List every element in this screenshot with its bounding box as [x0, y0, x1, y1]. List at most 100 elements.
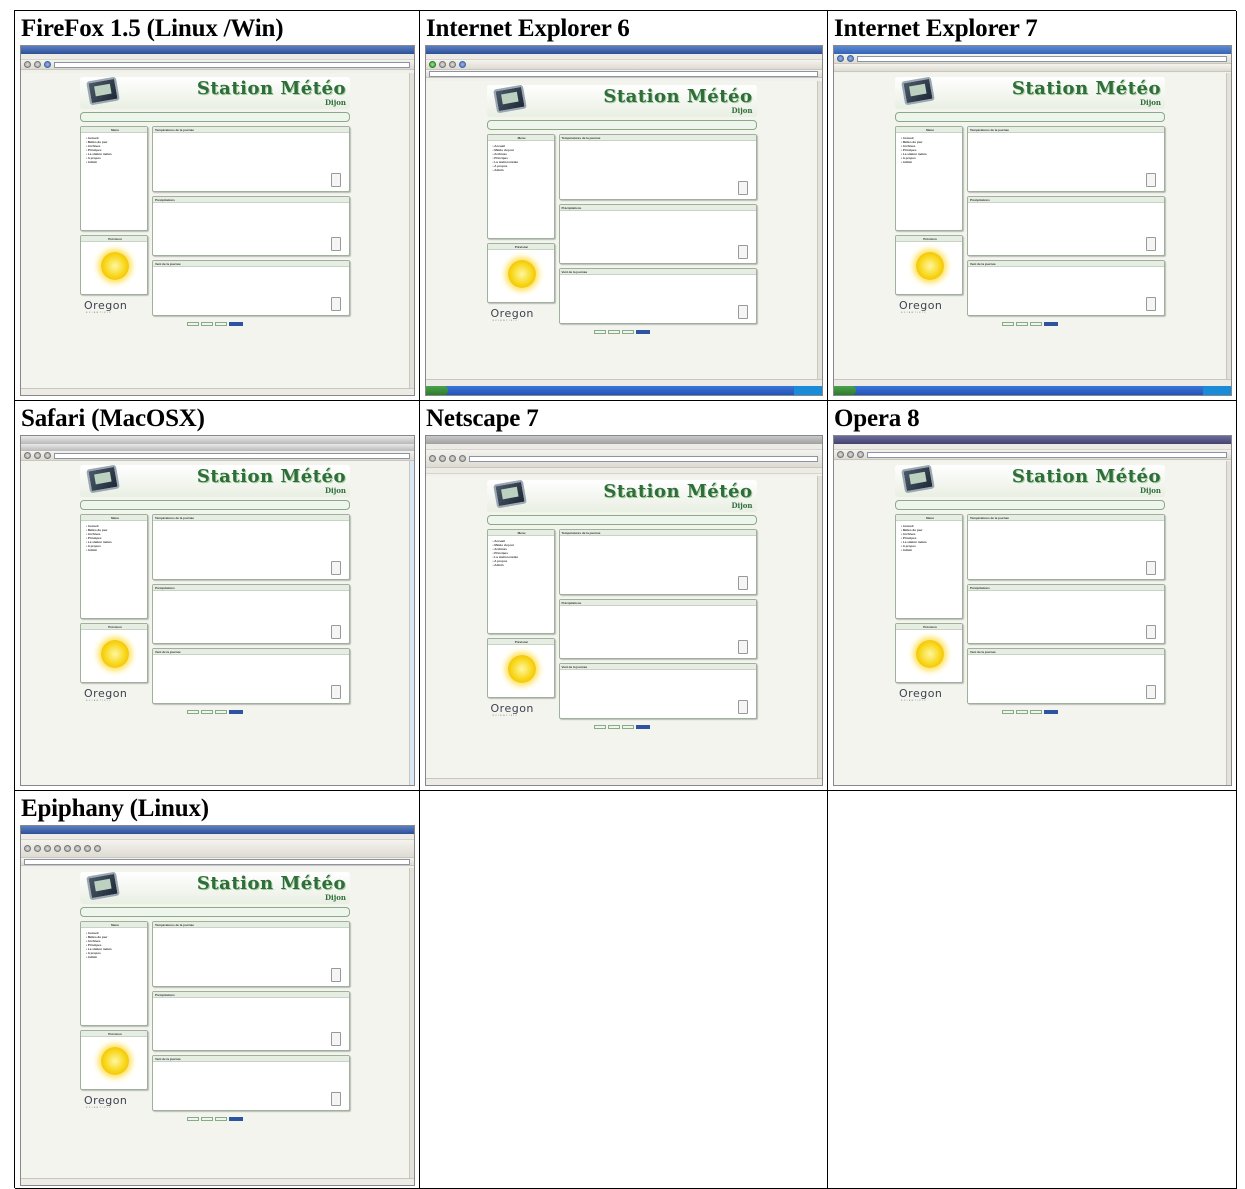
left-column: Menu Accueil Météo du jour Archives Prin…	[80, 126, 148, 320]
menu-item[interactable]: Admin	[86, 160, 144, 164]
windows-taskbar	[426, 386, 822, 395]
site-brand: Station Météo Dijon	[603, 87, 752, 115]
cell-opera: Opera 8 Station Météo Dijon Menu Accueil	[828, 401, 1237, 791]
page-layout: Menu Accueil Météo du jour Archives Prin…	[486, 529, 757, 723]
wind-body	[153, 655, 349, 703]
site-city: Dijon	[731, 106, 753, 115]
anemometer-icon	[331, 1092, 341, 1106]
right-column: Températures de la journée Précipitation…	[152, 126, 350, 320]
temperature-box: Températures de la journée	[152, 514, 350, 580]
menu-item[interactable]: Admin	[901, 548, 959, 552]
back-icon	[429, 455, 436, 462]
site-banner: Station Météo Dijon	[895, 76, 1165, 109]
page-layout: Menu Accueil Météo du jour Archives Prin…	[80, 514, 350, 708]
oregon-logo-sub: SCIENTIFIC	[492, 320, 519, 322]
wind-body	[560, 275, 756, 323]
menu-list: Accueil Météo du jour Archives Principes…	[488, 536, 554, 571]
oregon-logo-sub: SCIENTIFIC	[86, 700, 113, 702]
menu-list: Accueil Météo du jour Archives Principes…	[81, 928, 147, 963]
nav-toolbar	[426, 60, 822, 70]
print-icon	[94, 845, 101, 852]
wind-body	[968, 655, 1164, 703]
forward-icon	[439, 61, 446, 68]
site-title: Station Météo	[196, 78, 346, 99]
date-bar	[80, 500, 350, 510]
cell-title: Internet Explorer 6	[426, 15, 630, 42]
rain-box: Précipitations	[152, 196, 350, 256]
anemometer-icon	[331, 685, 341, 699]
site-banner: Station Météo Dijon	[895, 464, 1165, 497]
footer-badges	[895, 322, 1165, 328]
nav-toolbar	[21, 451, 414, 461]
weather-station-image	[86, 464, 120, 494]
anemometer-icon	[1146, 297, 1156, 311]
menu-item[interactable]: Admin	[493, 563, 551, 567]
temperature-body	[560, 141, 756, 199]
address-toolbar	[21, 858, 414, 866]
site-title: Station Météo	[603, 481, 753, 502]
page-layout: Menu Accueil Météo du jour Archives Prin…	[895, 514, 1165, 708]
page-layout: Menu Accueil Météo du jour Archives Prin…	[895, 126, 1165, 320]
rain-box: Précipitations	[967, 196, 1165, 256]
stop-icon	[44, 845, 51, 852]
page-layout: Menu Accueil Météo du jour Archives Prin…	[486, 134, 757, 328]
left-column: Menu Accueil Météo du jour Archives Prin…	[486, 529, 555, 723]
window-titlebar	[21, 46, 414, 54]
forward-icon	[34, 452, 41, 459]
home-icon	[64, 845, 71, 852]
back-icon	[24, 452, 31, 459]
left-column: Menu Accueil Météo du jour Archives Prin…	[486, 134, 555, 328]
oregon-logo: Oregon	[899, 299, 943, 312]
menu-list: Accueil Météo du jour Archives Principes…	[81, 133, 147, 168]
sun-icon	[81, 630, 147, 682]
menu-item[interactable]: Admin	[493, 168, 551, 172]
reload-icon	[54, 845, 61, 852]
url-bar	[867, 451, 1227, 458]
weather-site-page: Station Météo Dijon Menu Accueil Météo d…	[80, 76, 350, 328]
site-brand: Station Météo Dijon	[197, 467, 346, 495]
sun-icon	[81, 1037, 147, 1089]
wind-body	[153, 1062, 349, 1110]
sun-icon	[896, 242, 962, 294]
rain-body	[153, 591, 349, 643]
temperature-body	[153, 133, 349, 191]
site-banner: Station Météo Dijon	[486, 479, 757, 512]
site-title: Station Météo	[603, 86, 753, 107]
menu-item[interactable]: Admin	[86, 955, 144, 959]
temperature-box: Températures de la journée	[152, 126, 350, 192]
oregon-logo: Oregon	[84, 299, 128, 312]
weather-site-page: Station Météo Dijon Menu Accueil Météo d…	[80, 871, 350, 1123]
cell-empty-2	[828, 791, 1237, 1189]
weather-station-image	[492, 479, 527, 509]
scrollbar	[1226, 461, 1231, 785]
home-icon	[459, 61, 466, 68]
menu-list: Accueil Météo du jour Archives Principes…	[896, 521, 962, 556]
page-layout: Menu Accueil Météo du jour Archives Prin…	[80, 921, 350, 1115]
prevision-box: Prévision	[486, 243, 555, 303]
address-toolbar	[426, 70, 822, 78]
site-banner: Station Météo Dijon	[80, 464, 350, 497]
site-city: Dijon	[324, 486, 346, 495]
temperature-box: Températures de la journée	[558, 529, 757, 595]
system-tray	[794, 386, 822, 395]
system-tray	[1203, 386, 1231, 395]
wind-box: Vent de la journée	[558, 663, 757, 719]
site-brand: Station Météo Dijon	[197, 874, 346, 902]
page-viewport: Station Météo Dijon Menu Accueil Météo d…	[834, 461, 1226, 785]
rain-body	[153, 998, 349, 1050]
site-city: Dijon	[324, 98, 346, 107]
cell-ie6: Internet Explorer 6 Station Météo Dijon …	[420, 11, 828, 401]
status-bar	[21, 1178, 414, 1185]
nav-toolbar	[21, 840, 414, 858]
reload-icon	[44, 452, 51, 459]
sun-icon	[896, 630, 962, 682]
menu-item[interactable]: Admin	[901, 160, 959, 164]
prevision-box: Prévision	[895, 235, 963, 295]
url-bar	[54, 61, 410, 68]
temperature-body	[968, 133, 1164, 191]
window-titlebar	[21, 444, 414, 451]
netscape-screenshot: Station Météo Dijon Menu Accueil Météo d…	[425, 435, 823, 786]
site-city: Dijon	[731, 501, 753, 510]
menu-item[interactable]: Admin	[86, 548, 144, 552]
left-column: Menu Accueil Météo du jour Archives Prin…	[895, 126, 963, 320]
